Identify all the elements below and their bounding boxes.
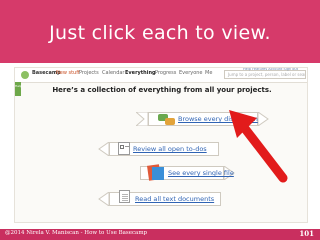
review-todos-link[interactable]: Review all open to-dos	[133, 145, 207, 153]
nav-item-me[interactable]: Me	[205, 70, 212, 76]
nav-item-calendar[interactable]: Calendar	[102, 70, 124, 76]
account-links[interactable]: Help Features Account Sign out	[243, 68, 298, 71]
read-documents-link[interactable]: Read all text documents	[135, 195, 214, 203]
nav-item-projects[interactable]: Projects	[79, 70, 99, 76]
slide-header: Just click each to view.	[0, 0, 320, 63]
nav-item-progress[interactable]: Progress	[155, 70, 176, 76]
file-stack-icon	[152, 167, 164, 180]
nav-item-everything[interactable]: Everything	[125, 70, 156, 76]
see-files-link[interactable]: See every single file	[168, 169, 234, 177]
slide-title: Just click each to view.	[49, 22, 271, 44]
red-pointer-arrow-icon	[229, 110, 288, 183]
text-document-icon	[119, 190, 130, 203]
chevron-left-icon	[98, 192, 109, 206]
nav-item-everyone[interactable]: Everyone	[179, 70, 203, 76]
search-input[interactable]: Jump to a project, person, label or sear…	[224, 70, 306, 79]
slide-footer: @2014 Nirela V. Maniscan - How to Use Ba…	[0, 229, 320, 240]
basecamp-screenshot: Basecamp New stuff Projects Calendar Eve…	[14, 67, 308, 223]
chevron-notch-icon	[136, 112, 148, 126]
todo-checkbox-icon	[120, 145, 124, 149]
everything-intro: Here’s a collection of everything from a…	[52, 86, 272, 94]
nav-new-stuff[interactable]: New stuff	[56, 70, 80, 76]
chevron-left-icon	[98, 142, 109, 156]
footer-credit: @2014 Nirela V. Maniscan - How to Use Ba…	[5, 230, 148, 236]
discussion-bubble-secondary-icon	[165, 118, 175, 125]
page-number: 101	[299, 229, 314, 238]
todo-line-icon	[125, 146, 129, 147]
basecamp-logo-icon	[21, 71, 29, 79]
